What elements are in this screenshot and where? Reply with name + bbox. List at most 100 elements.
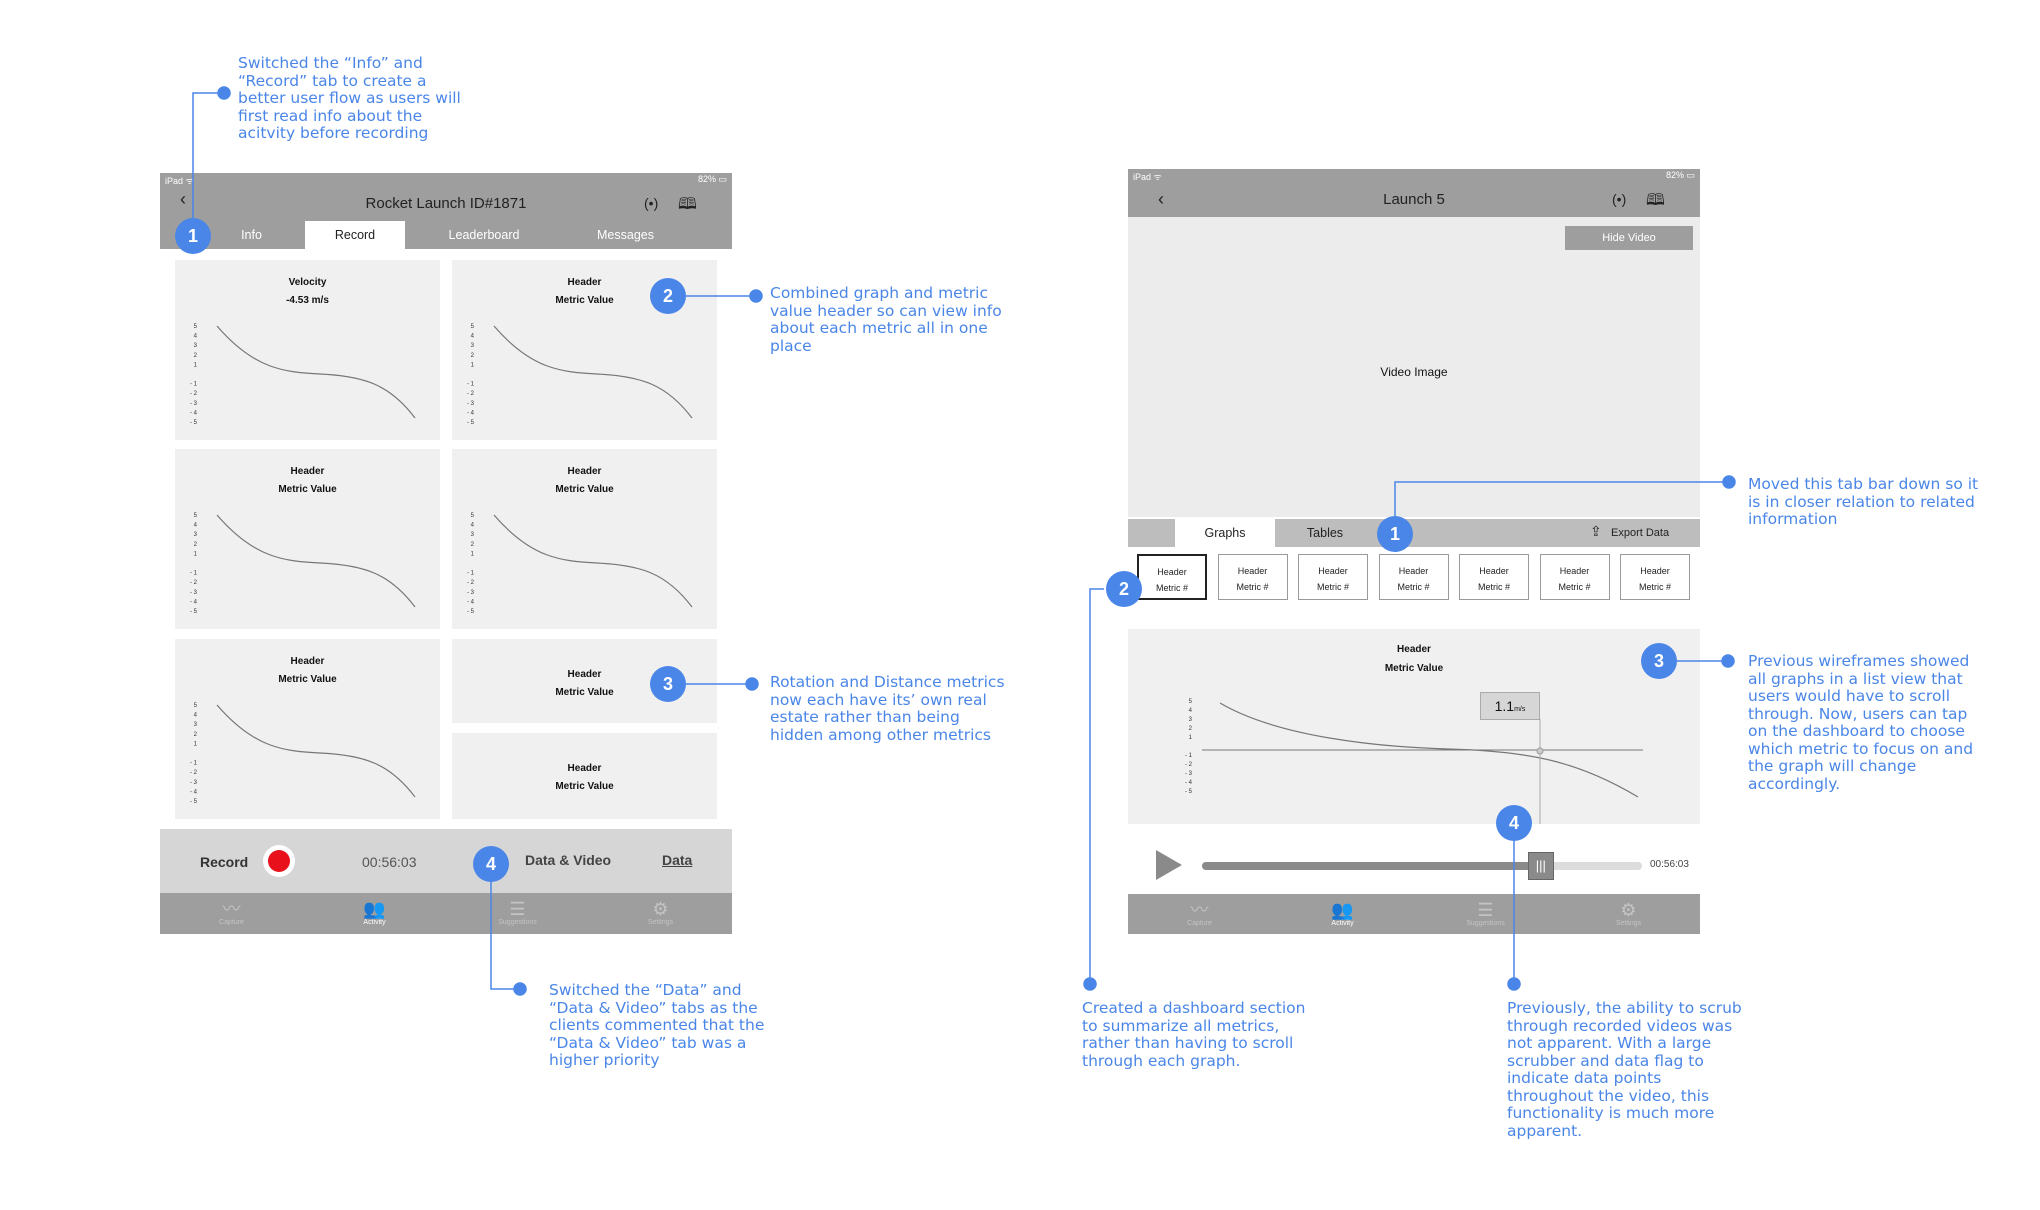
axis-tick: - 2 — [467, 580, 475, 586]
axis-tick: - 3 — [190, 590, 198, 596]
annotation-left-1: Switched the “Info” and “Record” tab to … — [238, 54, 461, 142]
metric-card[interactable]: Header Metric Value 54321- 1- 2- 3- 4- 5 — [452, 449, 717, 629]
scrub-time: 00:56:03 — [1650, 859, 1689, 870]
dashboard-metric[interactable]: Header Metric # — [1137, 554, 1207, 600]
tabbar-capture[interactable]: 〰 Capture — [1128, 894, 1271, 934]
pulse-icon: 〰 — [222, 899, 241, 919]
axis-tick: 4 — [194, 523, 198, 529]
axis-tick: - 4 — [190, 410, 198, 416]
graph-tab-bar: Graphs Tables ⇪ Export Data — [1128, 519, 1700, 547]
axis-tick: - 5 — [467, 609, 475, 615]
dashboard-metric-value: Metric # — [1236, 582, 1269, 592]
metric-card-velocity[interactable]: Velocity -4.53 m/s 54321- 1- 2- 3- 4- 5 — [175, 260, 440, 440]
status-bar: iPad ᯤ 82% ▭ — [1128, 169, 1700, 182]
badge-right-3: 3 — [1641, 643, 1677, 679]
dashboard-metric-value: Metric # — [1316, 582, 1349, 592]
gear-icon: ⚙ — [652, 899, 669, 919]
axis-tick: 1 — [471, 362, 475, 368]
tab-messages[interactable]: Messages — [563, 221, 688, 249]
video-label: Video Image — [1380, 365, 1448, 379]
bottom-tabbar: 〰 Capture 👥 Activity ☰ Suggestions ⚙ Setting… — [1128, 894, 1700, 934]
axis-tick: - 3 — [467, 590, 475, 596]
broadcast-icon[interactable]: (•) — [644, 195, 658, 211]
tabbar-activity[interactable]: 👥 Activity — [1271, 894, 1414, 934]
axis-tick: 4 — [471, 334, 475, 340]
tabbar-capture[interactable]: 〰 Capture — [160, 893, 303, 934]
graph-value: Metric Value — [1384, 663, 1444, 674]
dashboard-metric[interactable]: Header Metric # — [1459, 554, 1529, 600]
tab-bar: Info Record Leaderboard Messages — [160, 221, 732, 249]
badge-left-4: 4 — [473, 846, 509, 882]
axis-tick: 3 — [1189, 717, 1193, 723]
focus-graph: 5 4 3 2 1 - 1 - 2 - 3 - 4 - 5 — [1185, 699, 1643, 824]
axis-tick: 5 — [1189, 699, 1193, 705]
export-icon[interactable]: ⇪ — [1590, 523, 1602, 540]
axis-tick: - 5 — [190, 420, 198, 426]
tabbar-settings[interactable]: ⚙ Settings — [589, 893, 732, 934]
axis-tick: 2 — [471, 353, 475, 359]
annotation-right-4: Previously, the ability to scrub through… — [1507, 999, 1742, 1140]
bottom-tabbar: 〰 Capture 👥 Activity ☰ Suggestions ⚙ Setting… — [160, 893, 732, 934]
axis-tick: 3 — [194, 343, 198, 349]
dashboard-metric-header: Header — [1559, 566, 1590, 576]
annotation-left-3: Rotation and Distance metrics now each h… — [770, 673, 1005, 744]
sparkline-graph: 5 4 3 2 1 - 1 - 2 - 3 - 4 - 5 — [190, 513, 416, 615]
scrub-progress — [1202, 862, 1541, 870]
annotation-left-4: Switched the “Data” and “Data & Video” t… — [549, 981, 765, 1069]
tabbar-label: Activity — [363, 919, 386, 926]
tab-record[interactable]: Record — [305, 221, 405, 249]
scrub-track[interactable]: ||| — [1202, 852, 1642, 880]
broadcast-icon[interactable]: (•) — [1612, 191, 1626, 207]
left-device: iPad ᯤ 82% ▭ ‹ Rocket Launch ID#1871 (•)… — [160, 173, 732, 934]
badge-right-1: 1 — [1377, 516, 1413, 552]
axis-tick: 4 — [471, 523, 475, 529]
tabbar-suggestions[interactable]: ☰ Suggestions — [1414, 894, 1557, 934]
tab-graphs[interactable]: Graphs — [1175, 519, 1275, 547]
axis-tick: 2 — [1189, 726, 1193, 732]
play-button[interactable] — [1156, 850, 1182, 880]
scrub-handle[interactable]: ||| — [1527, 852, 1554, 880]
metric-card[interactable]: Header Metric Value 54321- 1- 2- 3- 4- 5 — [175, 639, 440, 819]
axis-tick: 1 — [194, 741, 198, 747]
data-flag: 1.1m/s — [1480, 692, 1540, 720]
list-icon: ☰ — [1477, 900, 1494, 920]
focus-graph-card[interactable]: 5 4 3 2 1 - 1 - 2 - 3 - 4 - 5 Header Metric Value… — [1128, 629, 1700, 824]
axis-tick: 5 — [194, 703, 198, 709]
status-right: 82% ▭ — [1665, 170, 1695, 180]
export-button[interactable]: Export Data — [1611, 527, 1669, 539]
axis-tick: - 1 — [467, 382, 475, 388]
axis-tick: 2 — [194, 542, 198, 548]
axis-tick: - 1 — [1185, 753, 1193, 759]
metric-card[interactable]: Header Metric Value 54321- 1- 2- 3- 4- 5 — [175, 449, 440, 629]
tab-leaderboard[interactable]: Leaderboard — [405, 221, 563, 249]
tabbar-settings[interactable]: ⚙ Settings — [1557, 894, 1700, 934]
scrubber-area: ||| 00:56:03 — [1128, 824, 1700, 899]
hide-video-button[interactable]: Hide Video — [1565, 226, 1693, 250]
dashboard-metric[interactable]: Header Metric # — [1539, 554, 1610, 600]
book-icon[interactable]: 🕮 — [1646, 189, 1665, 216]
metric-card-distance[interactable]: Header Metric Value — [452, 733, 717, 819]
dashboard-metric[interactable]: Header Metric # — [1378, 554, 1449, 600]
card-value: Metric Value — [555, 781, 614, 792]
axis-tick: 1 — [194, 551, 198, 557]
axis-tick: - 4 — [190, 599, 198, 605]
tabbar-activity[interactable]: 👥 Activity — [303, 893, 446, 934]
mode-data[interactable]: Data — [662, 852, 692, 868]
tab-tables[interactable]: Tables — [1275, 519, 1375, 547]
dashboard-metric[interactable]: Header Metric # — [1217, 554, 1288, 600]
axis-tick: - 1 — [190, 761, 198, 767]
dashboard-metric[interactable]: Header Metric # — [1620, 554, 1690, 600]
mode-data-video[interactable]: Data & Video — [525, 852, 611, 868]
book-icon[interactable]: 🕮 — [678, 193, 697, 220]
record-button[interactable] — [263, 845, 295, 877]
axis-tick: 4 — [1189, 708, 1193, 714]
nav-bar: ‹ Rocket Launch ID#1871 (•) 🕮 — [160, 185, 732, 221]
graph-line — [216, 514, 416, 608]
axis-tick: - 3 — [190, 780, 198, 786]
axis-tick: 3 — [194, 532, 198, 538]
tabbar-suggestions[interactable]: ☰ Suggestions — [446, 893, 589, 934]
video-area[interactable]: Hide Video Video Image — [1128, 217, 1700, 517]
badge-left-1: 1 — [175, 218, 211, 254]
dashboard-metric[interactable]: Header Metric # — [1298, 554, 1368, 600]
axis-tick: 4 — [194, 334, 198, 340]
